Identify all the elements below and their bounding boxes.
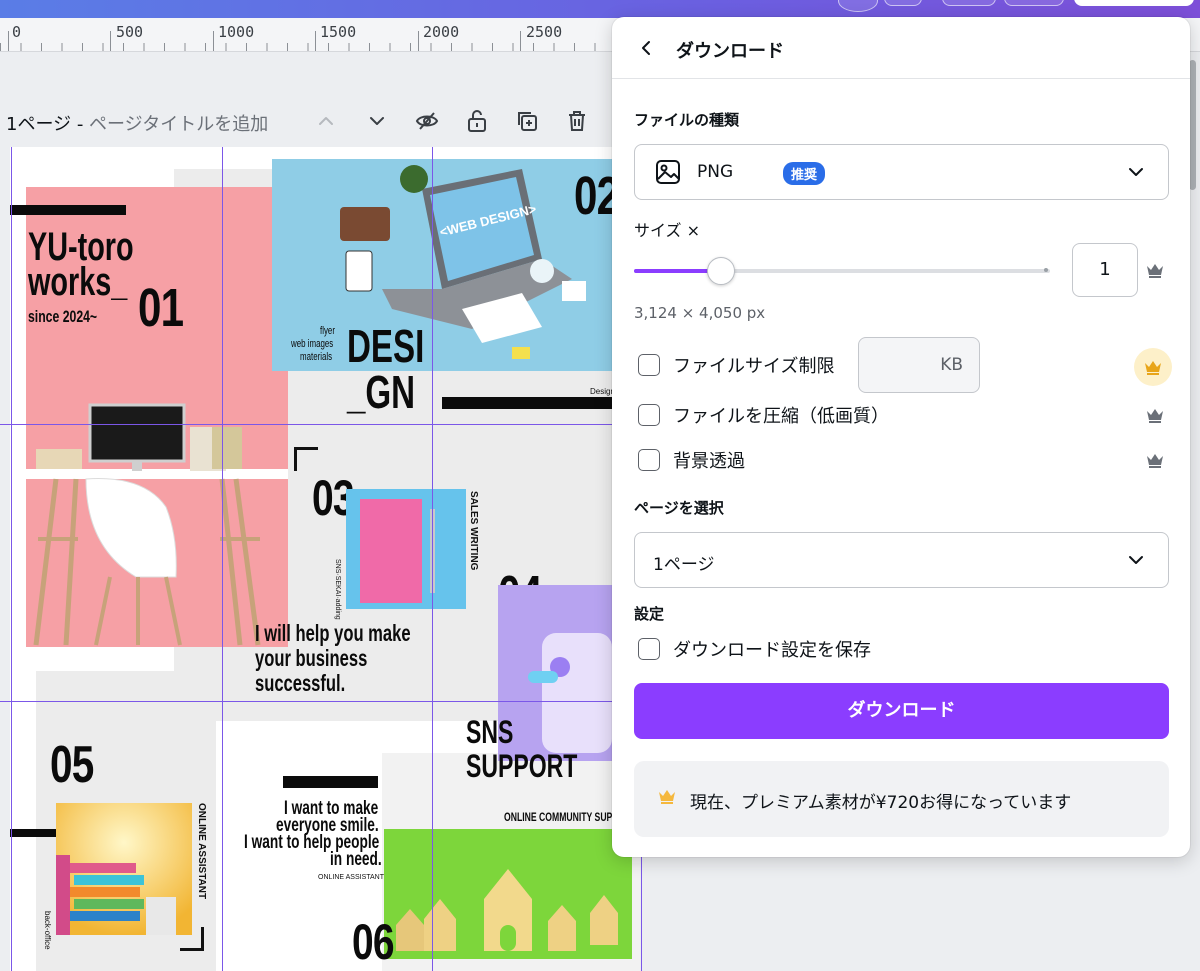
number-06: 06 <box>352 914 395 970</box>
image-icon <box>655 159 681 189</box>
ruler-label: 500 <box>116 23 144 41</box>
download-panel: ダウンロード ファイルの種類 PNG 推奨 サイズ × 1 3,124 × 4,… <box>612 17 1190 857</box>
ruler-label: 2000 <box>423 23 460 41</box>
toolbar-button[interactable] <box>884 0 922 6</box>
ruler-label: 1500 <box>320 23 357 41</box>
number-05: 05 <box>50 736 94 794</box>
sns-line-2: SUPPORT <box>466 748 578 784</box>
online-assistant-vertical: ONLINE ASSISTANT <box>196 803 207 900</box>
checkbox[interactable] <box>638 449 660 471</box>
seo-vertical: SNS·SEKAI·adding <box>334 559 341 620</box>
option-label: ファイルサイズ制限 <box>673 356 835 377</box>
flyer-line-2: web images <box>291 338 334 350</box>
kb-input[interactable]: KB <box>858 337 980 393</box>
blocks-photo <box>384 829 632 959</box>
crown-icon <box>1144 449 1166 471</box>
number-01: 01 <box>138 278 184 338</box>
sales-writing-vertical: SALES WRITING <box>468 491 479 571</box>
pages-label: ページを選択 <box>634 499 724 517</box>
panel-title: ダウンロード <box>676 41 784 62</box>
kb-unit: KB <box>940 355 963 375</box>
save-settings-option[interactable]: ダウンロード設定を保存 <box>638 636 871 662</box>
editor-top-bar <box>0 0 1200 18</box>
smile-line-4: in need. <box>330 849 382 870</box>
checkbox[interactable] <box>638 404 660 426</box>
eye-off-icon[interactable] <box>414 108 440 134</box>
compress-option[interactable]: ファイルを圧縮（低画質） <box>638 402 889 428</box>
crown-icon <box>1134 348 1172 386</box>
checkbox[interactable] <box>638 354 660 376</box>
since-text: since 2024~ <box>28 307 98 326</box>
lock-icon[interactable] <box>464 108 490 134</box>
option-label: ファイルを圧縮（低画質） <box>673 406 889 427</box>
premium-promo[interactable]: 現在、プレミアム素材が¥720お得になっています <box>634 761 1169 837</box>
trash-icon[interactable] <box>564 108 590 134</box>
help-line-1: I will help you make <box>255 620 411 646</box>
recommended-badge: 推奨 <box>783 162 826 185</box>
ruler-label: 2500 <box>526 23 563 41</box>
chevron-down-icon[interactable] <box>364 108 390 134</box>
size-input[interactable]: 1 <box>1072 243 1138 297</box>
page-title[interactable]: 1ページ - ページタイトルを追加 <box>6 110 268 136</box>
size-label: サイズ × <box>634 221 701 240</box>
size-slider[interactable] <box>634 257 1050 285</box>
ruler-label: 1000 <box>218 23 255 41</box>
page-number: 1ページ - <box>6 114 90 135</box>
help-line-2: your business <box>255 645 368 671</box>
add-page-title[interactable]: ページタイトルを追加 <box>89 114 268 135</box>
back-office-vertical: back-office <box>43 911 52 950</box>
notebook-photo <box>346 489 466 609</box>
binders-photo <box>56 803 192 935</box>
file-type-value: PNG <box>697 162 734 182</box>
toolbar-avatar[interactable] <box>838 0 878 12</box>
crown-icon <box>1144 259 1166 281</box>
flyer-line-1: flyer <box>320 325 335 337</box>
crown-icon <box>656 785 678 807</box>
sns-line-1: SNS <box>466 714 514 750</box>
download-button[interactable]: ダウンロード <box>634 683 1169 739</box>
chevron-down-icon <box>1124 160 1148 184</box>
pages-value: 1ページ <box>653 555 715 575</box>
settings-label: 設定 <box>634 605 665 623</box>
online-community-text: ONLINE COMMUNITY SUPP <box>504 810 619 824</box>
design-line-1: DESI <box>347 320 425 372</box>
file-type-label: ファイルの種類 <box>634 111 740 129</box>
chevron-up-icon[interactable] <box>313 108 339 134</box>
promo-text: 現在、プレミアム素材が¥720お得になっています <box>690 793 1072 813</box>
option-label: 背景透過 <box>673 451 745 472</box>
toolbar-button[interactable] <box>942 0 996 6</box>
slider-thumb[interactable] <box>707 257 735 285</box>
transparent-bg-option[interactable]: 背景透過 <box>638 447 745 473</box>
toolbar-button[interactable] <box>1004 0 1064 6</box>
ruler-label: 0 <box>12 23 22 41</box>
chevron-down-icon <box>1124 548 1148 572</box>
design-canvas[interactable]: YU-toro works_ since 2024~ 01 <WEB DESIG… <box>10 147 640 971</box>
option-label: ダウンロード設定を保存 <box>673 640 871 661</box>
file-size-limit-option[interactable]: ファイルサイズ制限 <box>638 352 834 378</box>
back-arrow-icon[interactable] <box>634 35 660 61</box>
brand-line-2: works_ <box>28 260 128 304</box>
pages-select[interactable]: 1ページ <box>634 532 1169 588</box>
design-line-2: _GN <box>347 366 416 418</box>
crown-icon <box>1144 404 1166 426</box>
help-line-3: successful. <box>255 670 346 696</box>
checkbox[interactable] <box>638 638 660 660</box>
dimensions-text: 3,124 × 4,050 px <box>634 304 766 322</box>
desk-photo <box>26 387 288 647</box>
duplicate-icon[interactable] <box>514 108 540 134</box>
panel-header: ダウンロード <box>612 17 1190 79</box>
vertical-scrollbar[interactable] <box>1189 60 1196 190</box>
flyer-line-3: materials <box>300 351 333 363</box>
file-type-select[interactable]: PNG 推奨 <box>634 144 1169 200</box>
share-button[interactable] <box>1074 0 1194 6</box>
slider-end-dot <box>1044 268 1048 272</box>
